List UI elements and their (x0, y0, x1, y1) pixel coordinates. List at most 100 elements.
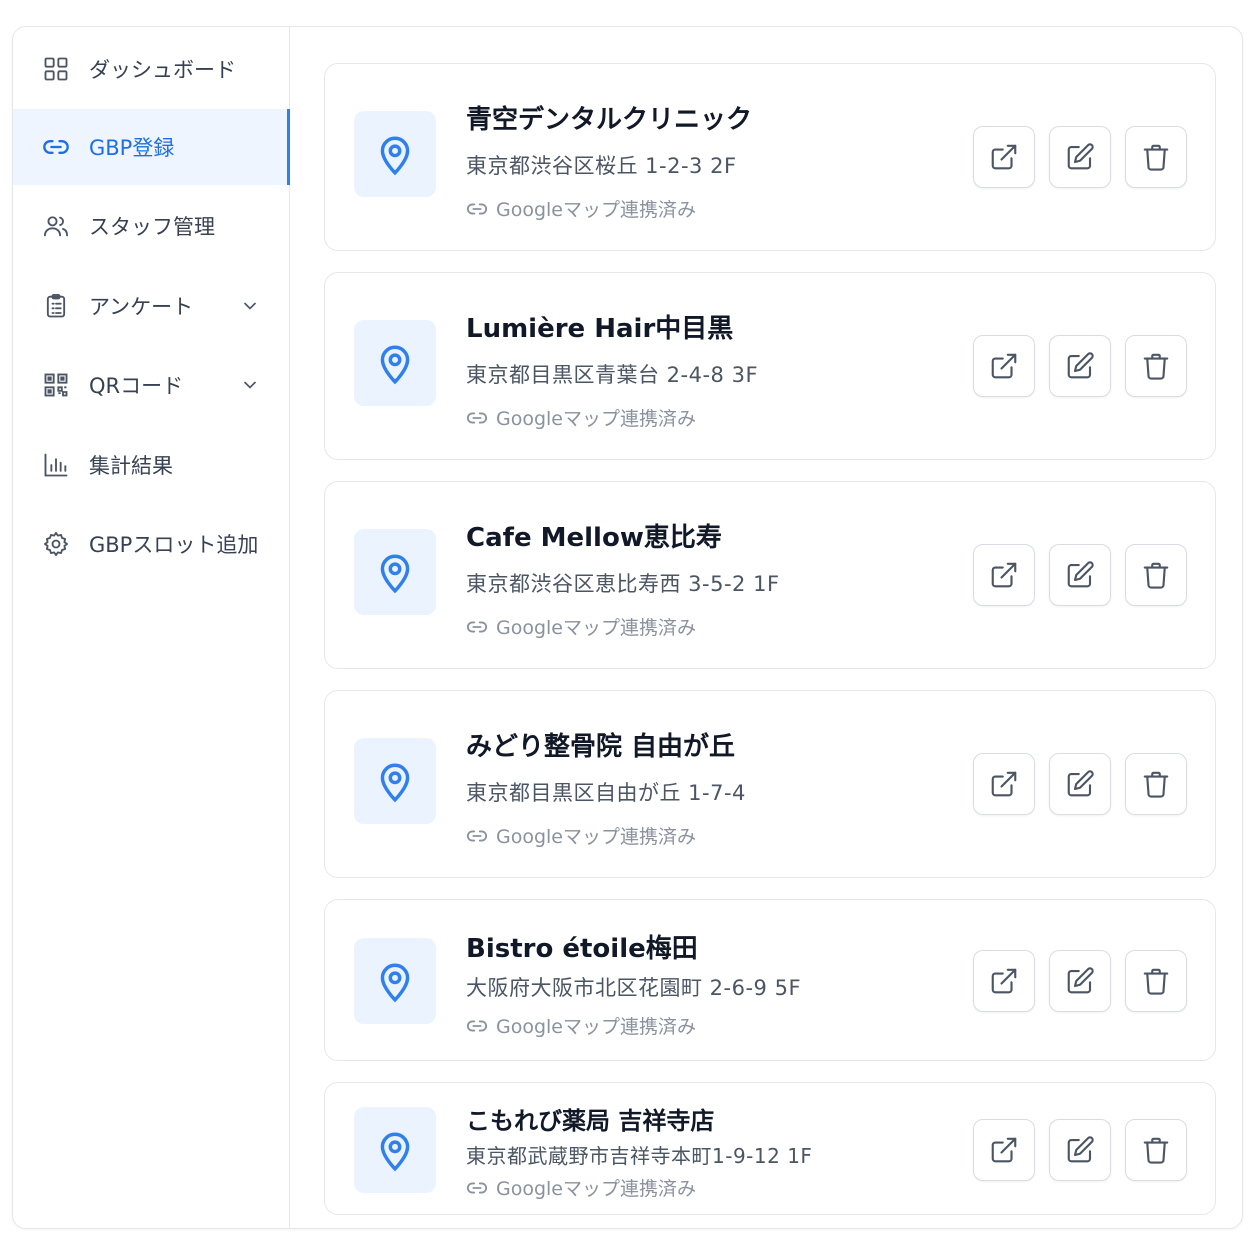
trash-icon (1143, 353, 1169, 380)
map-pin-icon (380, 1132, 410, 1172)
map-pin-icon (380, 763, 410, 803)
sidebar-item-label: ダッシュボード (89, 58, 236, 82)
sidebar-item-survey[interactable]: アンケート (13, 268, 290, 344)
link-icon (466, 1020, 488, 1031)
google-maps-status: Googleマップ連携済み (466, 822, 696, 849)
external-link-icon (991, 353, 1017, 379)
location-pin-box (354, 320, 436, 406)
open-external-button[interactable] (973, 544, 1035, 606)
link-icon (466, 203, 488, 214)
sidebar: ダッシュボード GBP登録 スタッフ管理 アンケート QRコード 集計結果 GB… (13, 27, 290, 1228)
map-pin-icon (380, 345, 410, 385)
status-label: Googleマップ連携済み (496, 199, 697, 221)
delete-button[interactable] (1125, 544, 1187, 606)
link-icon (41, 132, 71, 162)
chevron-down-icon[interactable] (240, 375, 260, 395)
location-pin-box (354, 1107, 436, 1193)
bar-chart-icon (41, 450, 71, 480)
map-pin-icon (380, 136, 410, 176)
clipboard-icon (41, 291, 71, 321)
location-card: こもれび薬局 吉祥寺店 東京都武蔵野市吉祥寺本町1-9-12 1F Google… (324, 1082, 1216, 1215)
sidebar-item-qr-code[interactable]: QRコード (13, 347, 290, 423)
location-address: 東京都渋谷区桜丘 1-2-3 2F (466, 154, 737, 178)
edit-icon (1067, 561, 1094, 588)
sidebar-item-label: QRコード (89, 374, 184, 398)
status-label: Googleマップ連携済み (496, 1178, 697, 1200)
trash-icon (1143, 968, 1169, 995)
chevron-down-icon[interactable] (240, 296, 260, 316)
open-external-button[interactable] (973, 335, 1035, 397)
delete-button[interactable] (1125, 950, 1187, 1012)
open-external-button[interactable] (973, 950, 1035, 1012)
edit-button[interactable] (1049, 950, 1111, 1012)
trash-icon (1143, 1137, 1169, 1164)
location-card: Cafe Mellow恵比寿 東京都渋谷区恵比寿西 3-5-2 1F Googl… (324, 481, 1216, 669)
edit-button[interactable] (1049, 1119, 1111, 1181)
gear-icon (41, 529, 71, 559)
edit-button[interactable] (1049, 126, 1111, 188)
delete-button[interactable] (1125, 126, 1187, 188)
location-name: Bistro étoile梅田 (466, 934, 698, 964)
location-address: 東京都渋谷区恵比寿西 3-5-2 1F (466, 572, 780, 596)
open-external-button[interactable] (973, 1119, 1035, 1181)
edit-icon (1067, 352, 1094, 379)
google-maps-status: Googleマップ連携済み (466, 404, 696, 431)
sidebar-item-label: アンケート (89, 295, 194, 319)
edit-button[interactable] (1049, 544, 1111, 606)
location-address: 東京都武蔵野市吉祥寺本町1-9-12 1F (466, 1144, 813, 1168)
external-link-icon (991, 562, 1017, 588)
status-label: Googleマップ連携済み (496, 826, 697, 848)
location-card: Bistro étoile梅田 大阪府大阪市北区花園町 2-6-9 5F Goo… (324, 899, 1216, 1061)
edit-button[interactable] (1049, 753, 1111, 815)
external-link-icon (991, 771, 1017, 797)
location-name: Cafe Mellow恵比寿 (466, 523, 722, 553)
location-pin-box (354, 738, 436, 824)
link-icon (466, 1182, 488, 1193)
sidebar-item-staff[interactable]: スタッフ管理 (13, 188, 290, 264)
trash-icon (1143, 771, 1169, 798)
location-card: Lumière Hair中目黒 東京都目黒区青葉台 2-4-8 3F Googl… (324, 272, 1216, 460)
status-label: Googleマップ連携済み (496, 408, 697, 430)
location-pin-box (354, 529, 436, 615)
google-maps-status: Googleマップ連携済み (466, 613, 696, 640)
trash-icon (1143, 144, 1169, 171)
delete-button[interactable] (1125, 335, 1187, 397)
link-icon (466, 412, 488, 423)
sidebar-item-label: スタッフ管理 (89, 215, 215, 239)
external-link-icon (991, 968, 1017, 994)
edit-icon (1067, 143, 1094, 170)
app-window: ダッシュボード GBP登録 スタッフ管理 アンケート QRコード 集計結果 GB… (12, 26, 1243, 1229)
link-icon (466, 830, 488, 841)
delete-button[interactable] (1125, 753, 1187, 815)
location-card: 青空デンタルクリニック 東京都渋谷区桜丘 1-2-3 2F Googleマップ連… (324, 63, 1216, 251)
edit-button[interactable] (1049, 335, 1111, 397)
location-pin-box (354, 938, 436, 1024)
location-name: みどり整骨院 自由が丘 (466, 732, 736, 762)
edit-icon (1067, 967, 1094, 994)
map-pin-icon (380, 963, 410, 1003)
open-external-button[interactable] (973, 126, 1035, 188)
sidebar-item-label: GBP登録 (89, 136, 175, 160)
sidebar-item-dashboard[interactable]: ダッシュボード (13, 31, 290, 107)
location-address: 大阪府大阪市北区花園町 2-6-9 5F (466, 976, 802, 1000)
edit-icon (1067, 1136, 1094, 1163)
open-external-button[interactable] (973, 753, 1035, 815)
status-label: Googleマップ連携済み (496, 617, 697, 639)
sidebar-item-results[interactable]: 集計結果 (13, 427, 290, 503)
sidebar-item-gbp-register[interactable]: GBP登録 (13, 109, 290, 185)
status-label: Googleマップ連携済み (496, 1016, 697, 1038)
location-name: 青空デンタルクリニック (466, 105, 753, 135)
delete-button[interactable] (1125, 1119, 1187, 1181)
sidebar-item-gbp-slot[interactable]: GBPスロット追加 (13, 506, 290, 582)
location-list: 青空デンタルクリニック 東京都渋谷区桜丘 1-2-3 2F Googleマップ連… (291, 27, 1242, 1228)
users-icon (41, 211, 71, 241)
location-pin-box (354, 111, 436, 197)
edit-icon (1067, 770, 1094, 797)
location-name: Lumière Hair中目黒 (466, 314, 734, 344)
link-icon (466, 621, 488, 632)
qr-code-icon (41, 370, 71, 400)
location-address: 東京都目黒区自由が丘 1-7-4 (466, 781, 746, 805)
google-maps-status: Googleマップ連携済み (466, 195, 696, 222)
map-pin-icon (380, 554, 410, 594)
google-maps-status: Googleマップ連携済み (466, 1174, 696, 1201)
